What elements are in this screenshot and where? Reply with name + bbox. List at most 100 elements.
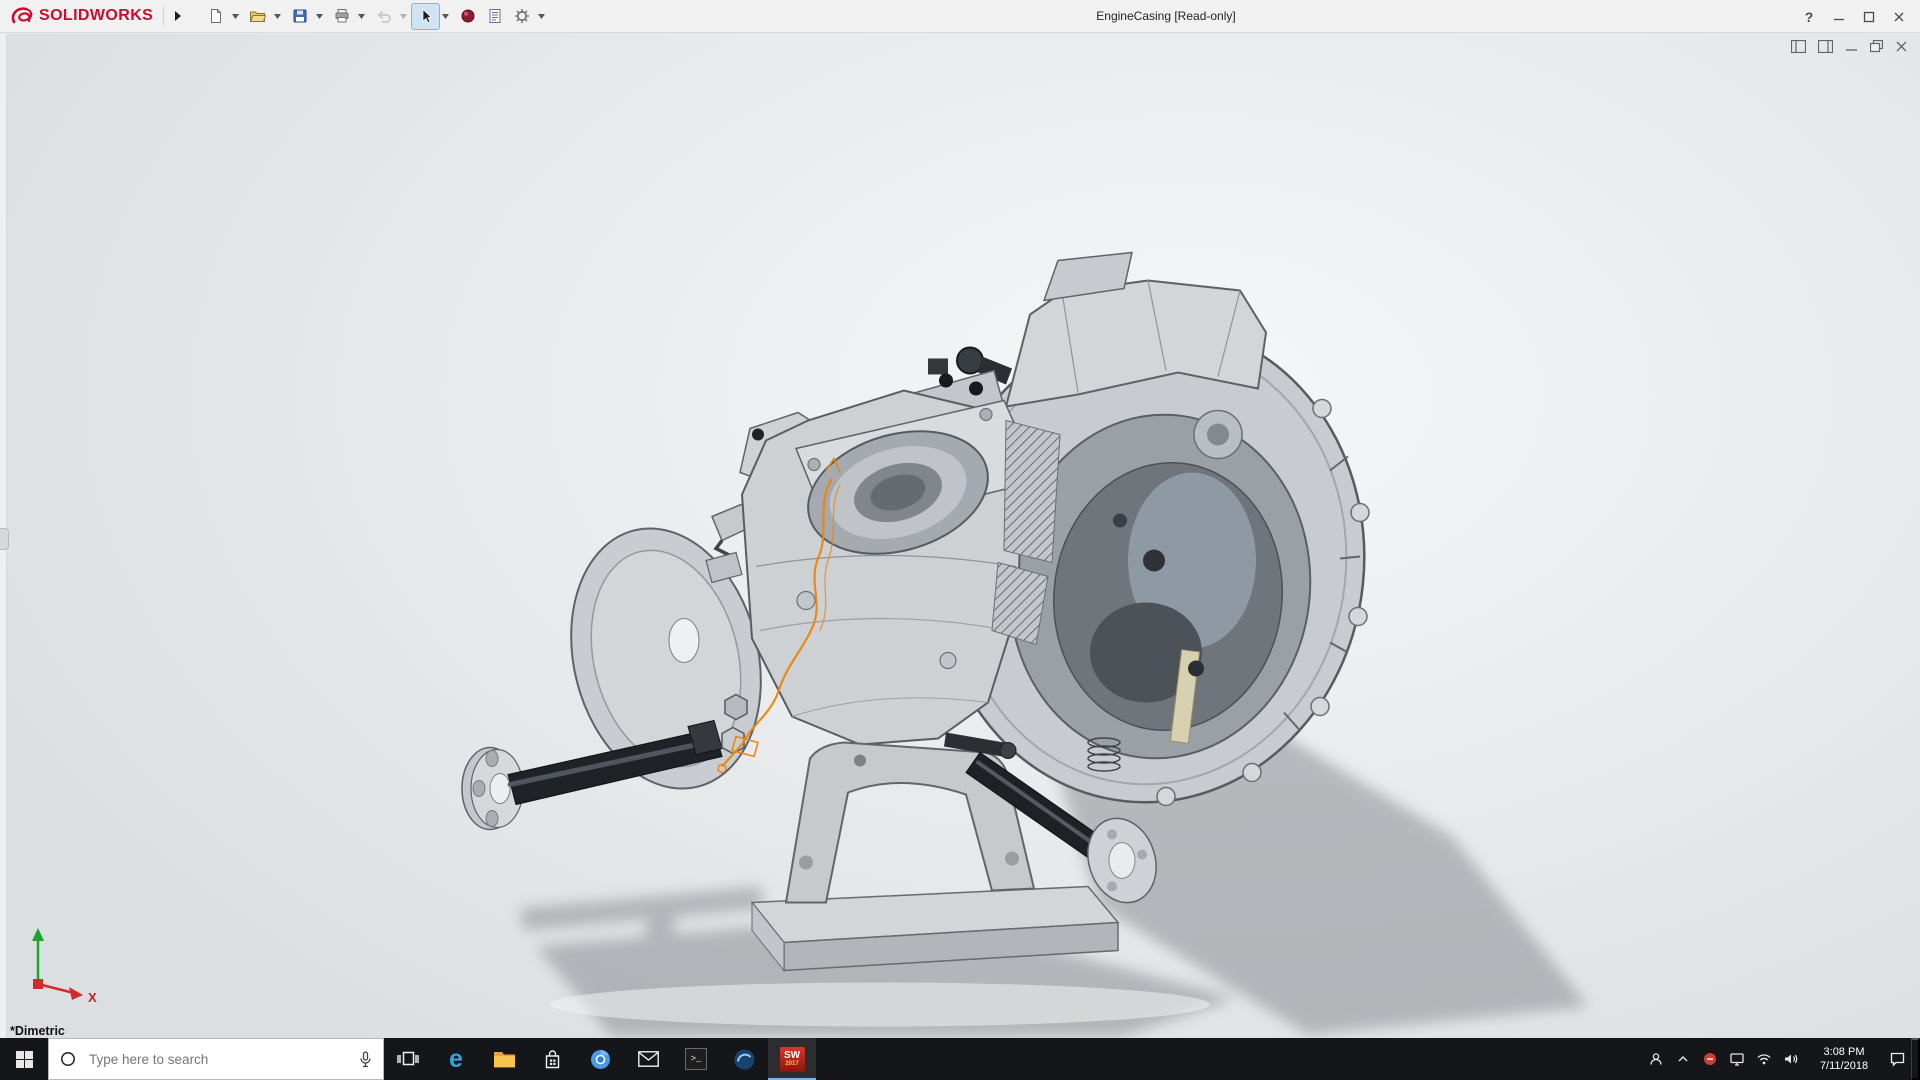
taskbar-app-edge[interactable]: e [432,1038,480,1080]
file-explorer-icon [493,1050,516,1069]
tray-time: 3:08 PM [1824,1045,1865,1059]
people-icon [1648,1051,1664,1067]
doc-minimize-button[interactable] [1845,40,1858,53]
hidden-icons-button[interactable] [1669,1038,1696,1080]
solidworks-logo: SOLIDWORKS [10,6,153,26]
view-orientation-label: *Dimetric [10,1024,65,1038]
menu-flyout-arrow[interactable] [170,5,186,27]
quick-access-toolbar [202,4,550,29]
right-pane-icon [1818,40,1833,53]
chevron-up-icon [1675,1051,1691,1067]
divider [163,6,164,26]
minimize-button[interactable] [1824,3,1854,30]
x-axis-label: X [88,990,97,1005]
undo-dropdown[interactable] [397,4,409,29]
orientation-triad: X [18,914,108,1006]
file-properties-button[interactable] [481,4,508,29]
print-button[interactable] [328,4,355,29]
microphone-icon[interactable] [359,1051,372,1071]
red-circle-icon [1703,1052,1717,1066]
taskbar-app-command-prompt[interactable]: >_ [672,1038,720,1080]
taskbar-app-mail[interactable] [624,1038,672,1080]
properties-sheet-icon [487,8,503,24]
select-dropdown[interactable] [439,4,451,29]
chevron-down-icon [316,14,323,19]
maximize-button[interactable] [1854,3,1884,30]
taskbar-app-store[interactable] [528,1038,576,1080]
undo-button[interactable] [370,4,397,29]
taskbar-app-file-explorer[interactable] [480,1038,528,1080]
minimize-icon [1845,40,1858,53]
open-button[interactable] [244,4,271,29]
chevron-down-icon [442,14,449,19]
taskbar-app-blue[interactable] [720,1038,768,1080]
people-button[interactable] [1642,1038,1669,1080]
chrome-icon [589,1048,612,1071]
show-left-pane-button[interactable] [1791,40,1806,53]
minimize-icon [1833,11,1845,23]
show-desktop-button[interactable] [1911,1038,1920,1080]
save-button[interactable] [286,4,313,29]
save-icon [292,8,308,24]
display-icon [1729,1051,1745,1067]
windows-logo-icon [16,1051,33,1068]
ds-logo-icon [10,6,36,26]
help-button[interactable]: ? [1794,3,1824,30]
x-axis-arrow [69,987,83,1000]
pane-splitter-handle[interactable] [0,528,9,550]
doc-restore-button[interactable] [1870,40,1883,53]
action-center-button[interactable] [1884,1038,1911,1080]
print-icon [334,8,350,24]
solidworks-2017-icon: SW 2017 [780,1047,805,1072]
options-dropdown[interactable] [535,4,547,29]
document-title: EngineCasing [Read-only] [1096,9,1235,23]
chevron-down-icon [232,14,239,19]
edit-appearance-button[interactable] [454,4,481,29]
cortana-icon [60,1051,76,1067]
new-document-dropdown[interactable] [229,4,241,29]
new-document-icon [208,8,224,24]
action-center-icon [1889,1051,1906,1068]
new-document-button[interactable] [202,4,229,29]
close-button[interactable] [1884,3,1914,30]
start-button[interactable] [0,1038,48,1080]
graphics-viewport[interactable]: X *Dimetric [0,34,1920,1038]
select-tool-button[interactable] [412,4,439,29]
open-folder-icon [249,8,266,24]
options-button[interactable] [508,4,535,29]
close-icon [1895,40,1908,53]
gear-icon [514,8,530,24]
tray-red-app-button[interactable] [1696,1038,1723,1080]
chevron-down-icon [400,14,407,19]
print-dropdown[interactable] [355,4,367,29]
left-pane-icon [1791,40,1806,53]
tray-date: 7/11/2018 [1820,1059,1868,1073]
taskbar-search [48,1038,384,1080]
undo-icon [376,8,392,24]
cursor-arrow-icon [418,8,434,24]
open-dropdown[interactable] [271,4,283,29]
restore-icon [1870,40,1883,53]
display-button[interactable] [1723,1038,1750,1080]
taskbar-app-chrome[interactable] [576,1038,624,1080]
solidworks-window: SOLIDWORKS [0,0,1920,1080]
show-right-pane-button[interactable] [1818,40,1833,53]
clock[interactable]: 3:08 PM 7/11/2018 [1804,1038,1884,1080]
command-prompt-icon: >_ [685,1048,707,1070]
volume-icon [1783,1051,1799,1067]
edge-icon: e [449,1047,463,1072]
chevron-down-icon [274,14,281,19]
floor-reflection [550,983,1210,1027]
taskbar: e [0,1038,1920,1080]
network-button[interactable] [1750,1038,1777,1080]
save-dropdown[interactable] [313,4,325,29]
engine-casing-model [0,34,1920,1038]
origin-marker [33,979,43,989]
volume-button[interactable] [1777,1038,1804,1080]
flyout-arrow-icon [175,11,181,21]
task-view-button[interactable] [384,1038,432,1080]
network-icon [1756,1051,1772,1067]
doc-close-button[interactable] [1895,40,1908,53]
taskbar-app-solidworks[interactable]: SW 2017 [768,1038,816,1080]
search-input[interactable] [49,1039,383,1079]
